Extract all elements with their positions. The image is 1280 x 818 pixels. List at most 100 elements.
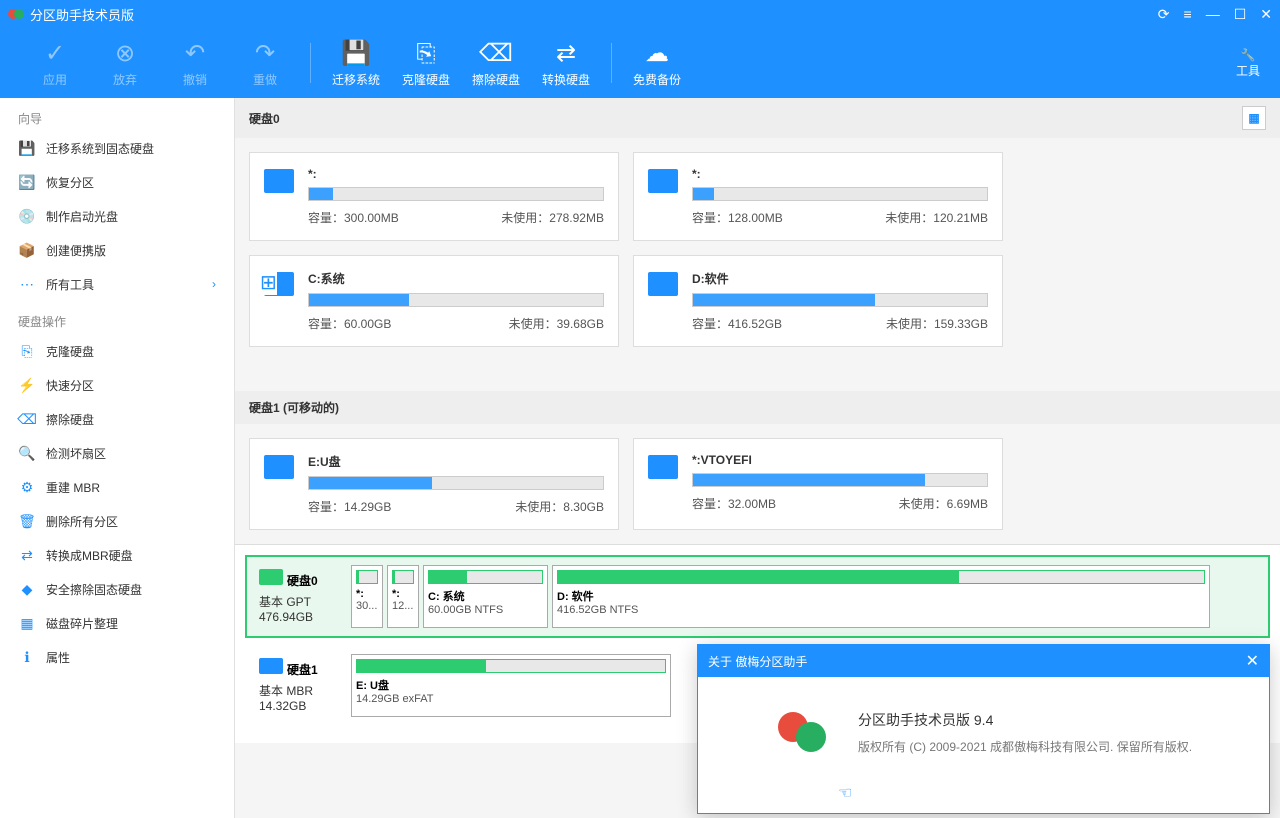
diskop-item[interactable]: ◆安全擦除固态硬盘 — [0, 572, 234, 606]
wizard-item[interactable]: 💾迁移系统到固态硬盘 — [0, 131, 234, 165]
partition-name: D:软件 — [692, 270, 988, 287]
diskop-item[interactable]: ⚡快速分区 — [0, 368, 234, 402]
view-toggle-icon[interactable]: ▦ — [1242, 106, 1266, 130]
unused-label: 未使用：120.21MB — [885, 209, 988, 226]
pointer-icon: ☜ — [838, 783, 852, 803]
wizard-item[interactable]: 💿制作启动光盘 — [0, 199, 234, 233]
check-icon: ✓ — [45, 39, 65, 69]
wipe-icon: ⌫ — [479, 39, 513, 69]
backup-icon: ☁ — [645, 39, 669, 69]
diskop-icon: ◆ — [18, 580, 36, 598]
maximize-icon[interactable]: ☐ — [1234, 6, 1247, 23]
window-controls: ⟳ ≡ — ☐ ✕ — [1158, 6, 1272, 23]
diskop-item[interactable]: ⎘克隆硬盘 — [0, 334, 234, 368]
partition-icon — [264, 169, 294, 193]
minimize-icon[interactable]: — — [1206, 6, 1220, 23]
partition-block[interactable]: E: U盘14.29GB exFAT — [351, 654, 671, 717]
partition-card[interactable]: *:VTOYEFI容量：32.00MB未使用：6.69MB — [633, 438, 1003, 530]
about-titlebar: 关于 傲梅分区助手 ✕ — [698, 645, 1269, 677]
cancel-icon: ⊗ — [115, 39, 135, 69]
discard-button[interactable]: ⊗放弃 — [90, 39, 160, 88]
about-product: 分区助手技术员版 9.4 — [858, 710, 1192, 730]
usage-bar — [308, 476, 604, 490]
wizard-item[interactable]: ⋯所有工具› — [0, 267, 234, 301]
capacity-label: 容量：128.00MB — [692, 209, 783, 226]
about-logo-icon — [778, 707, 828, 757]
wizard-item[interactable]: 📦创建便携版 — [0, 233, 234, 267]
partition-icon — [264, 455, 294, 479]
disk0-header: 硬盘0 ▦ — [235, 98, 1280, 138]
apply-button[interactable]: ✓应用 — [20, 39, 90, 88]
partition-card[interactable]: *: 容量：128.00MB 未使用：120.21MB — [633, 152, 1003, 241]
partition-icon — [648, 169, 678, 193]
capacity-label: 容量：60.00GB — [308, 315, 391, 332]
disk1-header: 硬盘1 (可移动的) — [235, 391, 1280, 424]
about-dialog: 关于 傲梅分区助手 ✕ 分区助手技术员版 9.4 版权所有 (C) 2009-2… — [697, 644, 1270, 814]
partition-name: E:U盘 — [308, 453, 604, 470]
partition-card[interactable]: C:系统容量：60.00GB 未使用：39.68GB — [249, 255, 619, 347]
partition-card[interactable]: E:U盘容量：14.29GB未使用：8.30GB — [249, 438, 619, 530]
diskop-item[interactable]: ⚙重建 MBR — [0, 470, 234, 504]
partition-name: *: — [692, 167, 988, 181]
capacity-label: 容量：300.00MB — [308, 209, 399, 226]
wizard-icon: ⋯ — [18, 275, 36, 293]
clone-button[interactable]: ⎘克隆硬盘 — [391, 39, 461, 88]
wizard-icon: 📦 — [18, 241, 36, 259]
diskop-item[interactable]: ⇄转换成MBR硬盘 — [0, 538, 234, 572]
wizard-icon: 💿 — [18, 207, 36, 225]
partition-block[interactable]: C: 系统60.00GB NTFS — [423, 565, 548, 628]
diskop-icon: ⚙ — [18, 478, 36, 496]
diskop-item[interactable]: ℹ属性 — [0, 640, 234, 674]
undo-button[interactable]: ↶撤销 — [160, 39, 230, 88]
partition-card[interactable]: *: 容量：300.00MB 未使用：278.92MB — [249, 152, 619, 241]
diskop-icon: ▦ — [18, 614, 36, 632]
diskop-item[interactable]: 🗑删除所有分区 — [0, 504, 234, 538]
tools-button[interactable]: 🔧工具 — [1236, 48, 1260, 79]
redo-button[interactable]: ↷重做 — [230, 39, 300, 88]
unused-label: 未使用：6.69MB — [899, 495, 988, 512]
wizard-header: 向导 — [0, 98, 234, 131]
wizard-icon: 💾 — [18, 139, 36, 157]
window-title: 分区助手技术员版 — [30, 5, 1158, 24]
backup-button[interactable]: ☁免费备份 — [622, 39, 692, 88]
convert-button[interactable]: ⇄转换硬盘 — [531, 39, 601, 88]
diskop-icon: 🗑 — [18, 512, 36, 530]
diskops-header: 硬盘操作 — [0, 301, 234, 334]
app-logo-icon — [8, 6, 24, 22]
refresh-icon[interactable]: ⟳ — [1158, 6, 1170, 23]
wipe-button[interactable]: ⌫擦除硬盘 — [461, 39, 531, 88]
partition-card[interactable]: D:软件容量：416.52GB未使用：159.33GB — [633, 255, 1003, 347]
disk1-info: 硬盘1 基本 MBR 14.32GB — [255, 654, 345, 717]
disk-icon — [259, 569, 283, 585]
partition-icon — [648, 272, 678, 296]
diskop-icon: ⚡ — [18, 376, 36, 394]
unused-label: 未使用：8.30GB — [515, 498, 604, 515]
chevron-right-icon: › — [212, 277, 216, 291]
partition-icon — [648, 455, 678, 479]
diskop-icon: ⇄ — [18, 546, 36, 564]
disk0-info: 硬盘0 基本 GPT 476.94GB — [255, 565, 345, 628]
partition-block[interactable]: D: 软件416.52GB NTFS — [552, 565, 1210, 628]
disk0-row[interactable]: 硬盘0 基本 GPT 476.94GB *:30...*:12...C: 系统6… — [245, 555, 1270, 638]
wizard-icon: 🔄 — [18, 173, 36, 191]
wizard-item[interactable]: 🔄恢复分区 — [0, 165, 234, 199]
diskop-item[interactable]: 🔍检测坏扇区 — [0, 436, 234, 470]
clone-icon: ⎘ — [416, 39, 435, 69]
usage-bar — [692, 293, 988, 307]
unused-label: 未使用：39.68GB — [509, 315, 604, 332]
menu-icon[interactable]: ≡ — [1184, 6, 1192, 23]
close-icon[interactable]: ✕ — [1260, 6, 1272, 23]
diskop-item[interactable]: ⌫擦除硬盘 — [0, 402, 234, 436]
partition-name: C:系统 — [308, 270, 604, 287]
partition-name: *: — [308, 167, 604, 181]
about-close-icon[interactable]: ✕ — [1246, 651, 1259, 671]
migrate-button[interactable]: 💾迁移系统 — [321, 39, 391, 88]
capacity-label: 容量：32.00MB — [692, 495, 776, 512]
diskop-item[interactable]: ▦磁盘碎片整理 — [0, 606, 234, 640]
partition-block[interactable]: *:12... — [387, 565, 419, 628]
diskop-icon: 🔍 — [18, 444, 36, 462]
unused-label: 未使用：278.92MB — [501, 209, 604, 226]
usage-bar — [308, 187, 604, 201]
partition-block[interactable]: *:30... — [351, 565, 383, 628]
about-copyright: 版权所有 (C) 2009-2021 成都傲梅科技有限公司. 保留所有版权. — [858, 738, 1192, 755]
